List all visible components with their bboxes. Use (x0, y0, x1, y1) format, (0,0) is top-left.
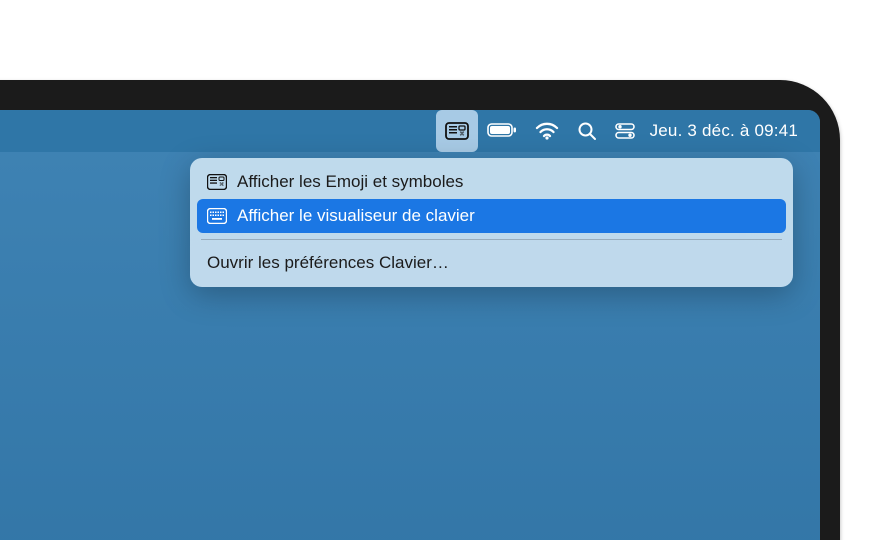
menu-item-keyboard-viewer[interactable]: Afficher le visualiseur de clavier (197, 199, 786, 233)
input-menu-dropdown: ⌘ Afficher les Emoji et symboles Affiche… (190, 158, 793, 287)
control-center-button[interactable] (606, 110, 644, 152)
battery-status[interactable] (478, 110, 526, 152)
menu-separator (201, 239, 782, 240)
control-center-icon (615, 122, 635, 140)
input-menu-button[interactable]: ⌘ (436, 110, 478, 152)
menu-item-emoji-symbols[interactable]: ⌘ Afficher les Emoji et symboles (197, 165, 786, 199)
menubar: ⌘ (0, 110, 820, 152)
keyboard-viewer-icon: ⌘ (445, 122, 469, 140)
svg-text:⌘: ⌘ (459, 131, 465, 138)
search-icon (577, 121, 597, 141)
menu-item-label: Afficher le visualiseur de clavier (237, 206, 475, 226)
menu-item-label: Ouvrir les préférences Clavier… (207, 253, 449, 273)
svg-text:⌘: ⌘ (219, 182, 224, 188)
screen: ⌘ (0, 110, 820, 540)
keyboard-viewer-icon (207, 208, 231, 224)
wifi-status[interactable] (526, 110, 568, 152)
wifi-icon (535, 122, 559, 140)
menubar-clock[interactable]: Jeu. 3 déc. à 09:41 (644, 121, 798, 141)
menu-item-label: Afficher les Emoji et symboles (237, 172, 463, 192)
emoji-symbols-icon: ⌘ (207, 174, 231, 190)
battery-icon (487, 123, 517, 139)
menu-item-keyboard-prefs[interactable]: Ouvrir les préférences Clavier… (197, 246, 786, 280)
spotlight-button[interactable] (568, 110, 606, 152)
